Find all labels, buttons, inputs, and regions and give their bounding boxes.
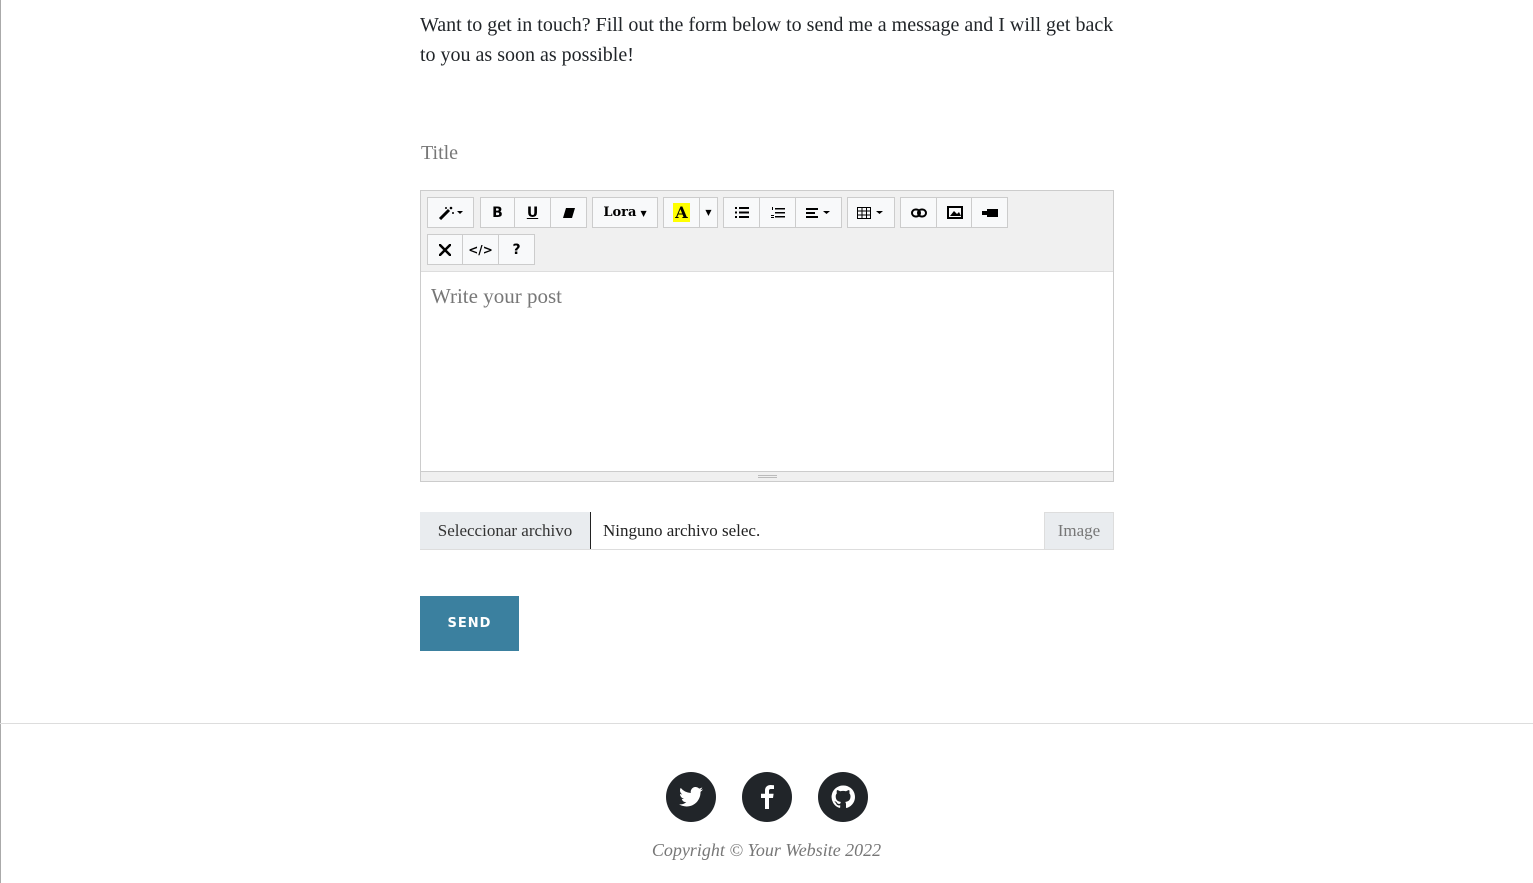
color-dropdown[interactable]: ▼: [699, 197, 718, 228]
table-icon: [857, 206, 883, 219]
align-icon: [805, 207, 830, 218]
video-icon: [981, 208, 998, 217]
font-name: Lora: [603, 205, 637, 220]
list-ol-icon: [770, 206, 785, 218]
video-button[interactable]: [971, 197, 1008, 228]
intro-text: Want to get in touch? Fill out the form …: [420, 14, 1114, 66]
text-color-button[interactable]: A: [663, 197, 700, 228]
caret-down-icon: ▼: [640, 207, 647, 218]
font-family-dropdown[interactable]: Lora ▼: [592, 197, 658, 228]
image-file-input: Seleccionar archivo Ninguno archivo sele…: [420, 512, 1114, 550]
paragraph-align-dropdown[interactable]: [795, 197, 842, 228]
link-button[interactable]: [900, 197, 937, 228]
github-link[interactable]: [818, 772, 868, 822]
unordered-list-button[interactable]: [723, 197, 760, 228]
twitter-icon: [679, 787, 703, 807]
footer-divider: [0, 723, 1533, 724]
image-label: Image: [1044, 512, 1114, 550]
twitter-link[interactable]: [666, 772, 716, 822]
ordered-list-button[interactable]: [759, 197, 796, 228]
grip-icon: [758, 475, 777, 478]
image-icon: [946, 206, 963, 219]
style-magic-button[interactable]: [427, 197, 474, 228]
rich-text-editor: B U Lora ▼ A ▼ </> ? Write your post: [420, 190, 1114, 482]
code-view-button[interactable]: </>: [462, 234, 499, 265]
help-button[interactable]: ?: [498, 234, 535, 265]
copyright-text: Copyright © Your Website 2022: [651, 840, 882, 860]
github-icon: [831, 785, 855, 809]
editor-resize-handle[interactable]: [421, 471, 1113, 481]
eraser-button[interactable]: [550, 197, 587, 228]
magic-wand-icon: [438, 206, 463, 220]
editor-placeholder: Write your post: [431, 284, 562, 308]
bold-button[interactable]: B: [480, 197, 515, 228]
post-editor-area[interactable]: Write your post: [421, 271, 1113, 471]
link-icon: [910, 208, 927, 217]
file-status: Ninguno archivo selec.: [603, 521, 761, 540]
color-a-icon: A: [673, 203, 690, 222]
page-border: [0, 0, 1, 883]
image-button[interactable]: [936, 197, 973, 228]
list-ul-icon: [734, 207, 749, 218]
choose-file-button[interactable]: Seleccionar archivo: [420, 512, 591, 549]
underline-button[interactable]: U: [514, 197, 551, 228]
send-button[interactable]: SEND: [420, 596, 519, 651]
fullscreen-icon: [439, 243, 451, 256]
facebook-link[interactable]: [742, 772, 792, 822]
title-label[interactable]: Title: [421, 142, 458, 165]
table-dropdown[interactable]: [847, 197, 895, 228]
fullscreen-button[interactable]: [427, 234, 463, 265]
facebook-icon: [761, 785, 774, 809]
eraser-icon: [562, 207, 575, 218]
